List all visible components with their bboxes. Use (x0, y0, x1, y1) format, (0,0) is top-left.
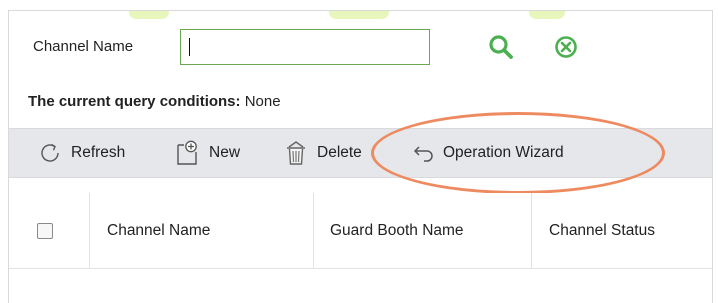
column-divider (531, 193, 532, 268)
return-arrow-icon (407, 138, 437, 168)
query-conditions-label: The current query conditions: (28, 93, 241, 110)
table-body (9, 269, 712, 303)
refresh-button[interactable]: Refresh (35, 129, 125, 177)
new-document-icon (173, 138, 203, 168)
delete-button[interactable]: Delete (281, 129, 362, 177)
select-all-checkbox[interactable] (37, 222, 53, 239)
channel-name-input[interactable] (180, 29, 430, 65)
query-conditions: The current query conditions: None (28, 93, 281, 110)
table-header: Channel Name Guard Booth Name Channel St… (9, 193, 712, 269)
column-header-guard-booth-name[interactable]: Guard Booth Name (330, 193, 464, 268)
new-button[interactable]: New (173, 129, 240, 177)
text-caret (189, 38, 190, 56)
refresh-icon (35, 138, 65, 168)
operation-wizard-button[interactable]: Operation Wizard (407, 129, 564, 177)
channel-name-label: Channel Name (33, 38, 134, 55)
watermark-shape (129, 11, 169, 19)
query-conditions-value: None (244, 93, 281, 110)
clear-circle-icon[interactable] (552, 33, 580, 61)
watermark-shape (329, 11, 389, 19)
trash-icon (281, 138, 311, 168)
channel-panel: Channel Name The current query condition… (8, 10, 713, 303)
column-divider (89, 193, 90, 268)
search-row: Channel Name (9, 29, 712, 65)
delete-label: Delete (317, 144, 362, 161)
watermark-shape (529, 11, 565, 19)
operation-wizard-label: Operation Wizard (443, 144, 564, 161)
toolbar: Refresh New Delete Operation Wizard (9, 128, 712, 178)
refresh-label: Refresh (71, 144, 126, 161)
search-icon[interactable] (487, 33, 515, 61)
column-header-channel-name[interactable]: Channel Name (107, 193, 210, 268)
column-header-channel-status[interactable]: Channel Status (549, 193, 655, 268)
new-label: New (209, 144, 241, 161)
select-all-cell (37, 193, 53, 268)
column-divider (313, 193, 314, 268)
